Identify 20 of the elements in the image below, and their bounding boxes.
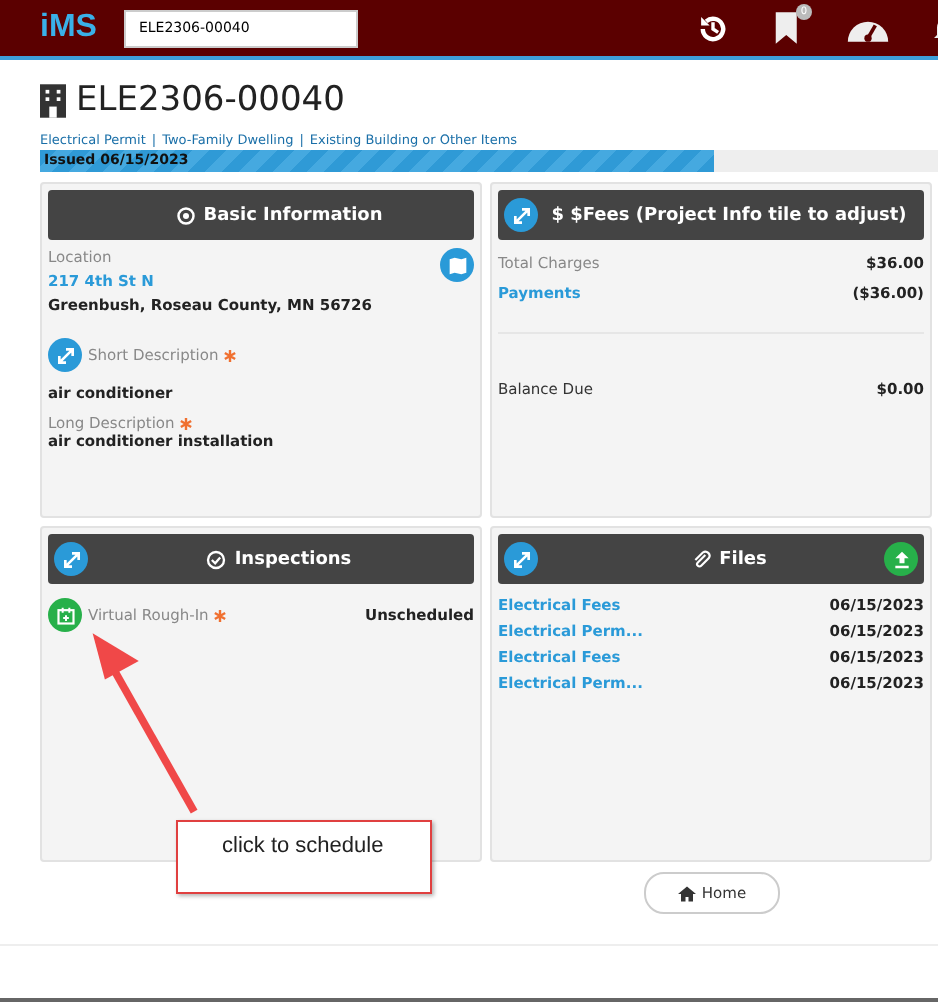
expand-icon[interactable]	[54, 542, 88, 576]
map-icon[interactable]	[440, 248, 474, 282]
history-icon[interactable]	[696, 11, 730, 45]
bookmark-icon[interactable]	[774, 10, 802, 46]
card-title: $ $Fees (Project Info tile to adjust)	[551, 205, 907, 225]
home-icon	[677, 885, 696, 901]
card-title: Inspections	[234, 549, 352, 569]
annotation-callout: click to schedule	[176, 820, 432, 894]
card-title: Files	[719, 549, 767, 569]
building-icon	[40, 83, 66, 117]
permit-title: ELE2306-00040	[76, 80, 345, 120]
expand-icon[interactable]	[504, 198, 538, 232]
paperclip-icon	[691, 549, 712, 569]
target-icon	[175, 205, 196, 225]
check-circle-icon	[206, 549, 227, 569]
upload-icon[interactable]	[884, 542, 918, 576]
card-title: Basic Information	[203, 205, 383, 225]
logo[interactable]: iMS	[40, 10, 97, 46]
calendar-icon[interactable]	[48, 598, 82, 632]
expand-icon[interactable]	[504, 542, 538, 576]
